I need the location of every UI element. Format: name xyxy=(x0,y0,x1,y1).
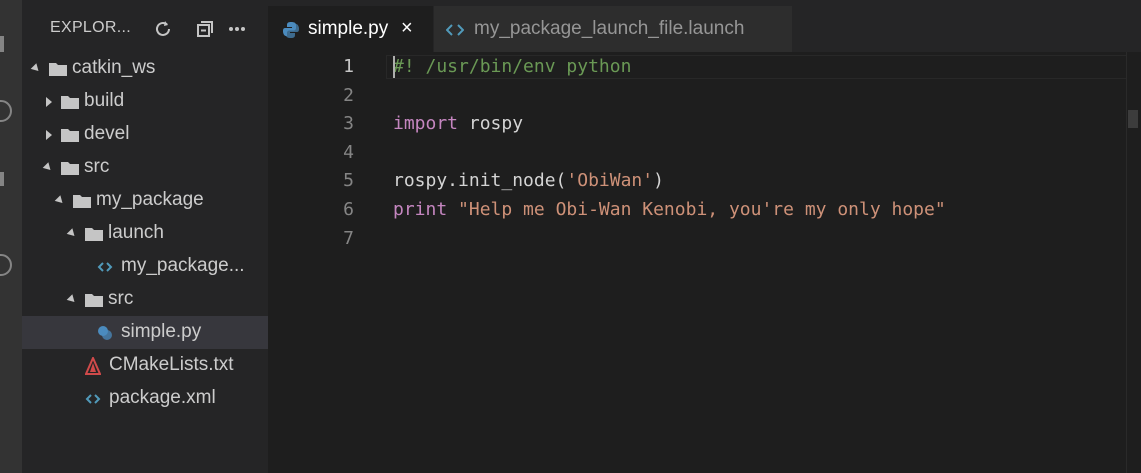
code-token: print xyxy=(393,199,448,220)
cmake-icon xyxy=(85,357,101,375)
line-number: 6 xyxy=(343,199,354,220)
chevron-down-icon[interactable] xyxy=(66,294,78,305)
code-token: ) xyxy=(653,170,664,192)
chevron-down-icon[interactable] xyxy=(66,228,78,239)
close-icon[interactable]: × xyxy=(401,18,419,38)
folder-icon xyxy=(49,63,67,76)
tree-item[interactable]: launch xyxy=(22,217,268,250)
refresh-icon[interactable] xyxy=(152,18,174,40)
chevron-right-icon[interactable] xyxy=(46,130,52,140)
tree-item[interactable]: src xyxy=(22,151,268,184)
tree-item-label: build xyxy=(84,90,125,111)
explorer-header: EXPLOR... xyxy=(22,8,268,50)
explorer-title: EXPLOR... xyxy=(50,19,131,36)
tree-item-label: launch xyxy=(108,222,164,243)
code-line[interactable]: #! /usr/bin/env python xyxy=(393,56,631,77)
activity-bar xyxy=(0,0,22,473)
line-number: 1 xyxy=(343,56,354,77)
code-token: import xyxy=(393,113,459,135)
xml-icon xyxy=(446,24,464,36)
editor-tabs: simple.py × my_package_launch_file.launc… xyxy=(268,0,1141,52)
folder-icon xyxy=(61,162,79,175)
source-control-activity-icon[interactable] xyxy=(0,172,4,186)
tree-item-label: my_package... xyxy=(121,255,245,276)
tree-item-label: src xyxy=(108,288,134,309)
tree-item[interactable]: my_package... xyxy=(22,250,268,283)
explorer-sidebar: EXPLOR... catkin_wsbuild devel src my_packa… xyxy=(22,0,268,473)
line-number: 3 xyxy=(343,113,354,135)
tree-item[interactable]: catkin_ws xyxy=(22,52,268,85)
tree-item[interactable]: CMakeLists.txt xyxy=(22,349,268,382)
tree-item-label: simple.py xyxy=(121,321,202,342)
code-token: #! /usr/bin/env python xyxy=(393,56,632,77)
debug-activity-icon[interactable] xyxy=(0,254,12,276)
collapse-all-icon[interactable] xyxy=(194,18,216,40)
python-icon xyxy=(98,326,112,340)
tree-item-label: src xyxy=(84,156,110,177)
chevron-right-icon[interactable] xyxy=(46,97,52,107)
tree-item-label: my_package xyxy=(96,189,204,210)
code-line[interactable]: rospy.init_node('ObiWan') xyxy=(393,170,664,191)
tree-item[interactable]: build xyxy=(22,85,268,118)
tree-item-label: package.xml xyxy=(109,387,216,408)
search-activity-icon[interactable] xyxy=(0,100,12,122)
code-token: rospy.init_node( xyxy=(393,170,567,192)
more-actions-icon[interactable] xyxy=(226,18,248,40)
folder-icon xyxy=(61,96,79,109)
folder-icon xyxy=(73,195,91,208)
line-number: 4 xyxy=(343,141,354,163)
tab-simple-py-label: simple.py xyxy=(308,18,389,39)
tab-launch-file[interactable]: my_package_launch_file.launch xyxy=(434,6,792,52)
tree-item[interactable]: simple.py xyxy=(22,316,268,349)
folder-icon xyxy=(85,228,103,241)
tree-item[interactable]: devel xyxy=(22,118,268,151)
line-number: 5 xyxy=(343,170,354,192)
tree-item[interactable]: my_package xyxy=(22,184,268,217)
code-editor[interactable]: 1 2 3 4 5 6 7 #! /usr/bin/env python import ros… xyxy=(268,52,1141,473)
code-token: rospy xyxy=(458,113,524,135)
tree-item[interactable]: package.xml xyxy=(22,382,268,415)
tab-launch-file-label: my_package_launch_file.launch xyxy=(474,18,745,39)
code-token: "Help me Obi-Wan Kenobi, you're my only … xyxy=(458,199,946,220)
line-number: 7 xyxy=(343,227,354,249)
line-number: 2 xyxy=(343,84,354,106)
chevron-down-icon[interactable] xyxy=(42,162,54,173)
tree-item-label: devel xyxy=(84,123,130,144)
folder-icon xyxy=(85,294,103,307)
folder-icon xyxy=(61,129,79,142)
python-icon xyxy=(283,22,299,38)
xml-icon xyxy=(85,394,101,404)
vertical-scrollbar[interactable] xyxy=(1126,52,1141,473)
code-line[interactable]: import rospy xyxy=(393,113,523,134)
chevron-down-icon[interactable] xyxy=(54,195,66,206)
scrollbar-thumb[interactable] xyxy=(1128,110,1138,128)
explorer-activity-icon[interactable] xyxy=(0,36,4,52)
tree-item[interactable]: src xyxy=(22,283,268,316)
code-token: 'ObiWan' xyxy=(566,170,654,192)
chevron-down-icon[interactable] xyxy=(30,63,42,74)
code-line[interactable]: print "Help me Obi-Wan Kenobi, you're my… xyxy=(393,199,946,220)
xml-icon xyxy=(97,262,113,272)
tab-simple-py[interactable]: simple.py × xyxy=(268,6,433,52)
tree-item-label: CMakeLists.txt xyxy=(109,354,234,375)
tree-item-label: catkin_ws xyxy=(72,57,156,78)
text-cursor xyxy=(393,56,395,78)
